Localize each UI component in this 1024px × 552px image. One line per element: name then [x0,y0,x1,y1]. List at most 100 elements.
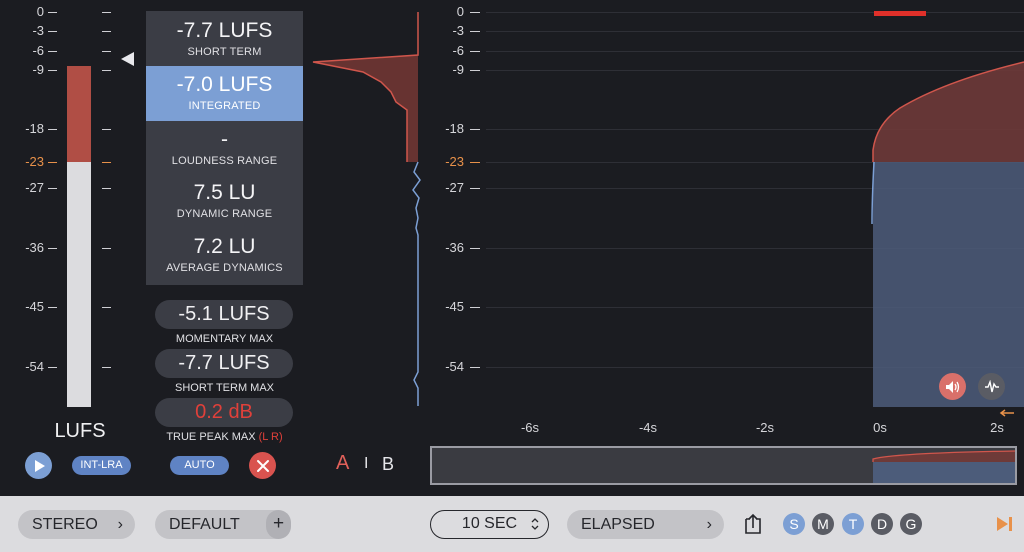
updown-icon [531,518,539,530]
overview-blue-region [873,462,1015,483]
a-button[interactable]: A [336,452,349,475]
target-marker-icon[interactable] [121,52,134,66]
meter-scale-tick [48,188,57,189]
average-dynamics-label: AVERAGE DYNAMICS [166,262,283,274]
dynamic-range-readout[interactable]: 7.5 LU DYNAMIC RANGE [146,178,303,220]
momentary-max-value[interactable]: -5.1 LUFS [155,300,293,329]
meter-scale-tick [48,51,57,52]
meter-scale-tick [102,129,111,130]
time-mode-value: ELAPSED [581,516,655,533]
meter-scale-tick [48,307,57,308]
channel-mode-selector[interactable]: STEREO › [18,510,135,539]
chevron-right-icon: › [706,516,712,533]
close-icon [256,459,269,472]
meter-scale-tick [102,162,111,163]
meter-scale-tick [48,70,57,71]
mode-button-t[interactable]: T [842,513,864,535]
time-axis-label: -2s [755,420,775,435]
waveform-icon [984,379,999,392]
export-icon[interactable] [744,513,762,535]
dynamic-range-label: DYNAMIC RANGE [176,208,273,220]
short-term-max-label: SHORT TERM MAX [174,382,275,394]
meter-scale-label: -36 [25,240,44,255]
meter-scale-tick [102,51,111,52]
true-peak-max-label: TRUE PEAK MAX (L R) [146,431,303,443]
auto-button[interactable]: AUTO [170,456,229,475]
meter-scale-tick [48,129,57,130]
histogram-blue-outline [412,161,421,406]
integrated-label: INTEGRATED [188,100,261,112]
meter-scale-label: -54 [25,359,44,374]
time-axis-label: 2s [990,420,1004,435]
skip-forward-icon[interactable] [996,516,1014,532]
integrated-readout[interactable]: -7.0 LUFS INTEGRATED [146,66,303,121]
true-peak-max-value[interactable]: 0.2 dB [155,398,293,427]
histogram-red-region [313,12,418,162]
arrow-left-icon[interactable] [999,409,1015,417]
meter-scale-label: -3 [32,23,44,38]
reset-button[interactable] [249,452,276,479]
short-term-label: SHORT TERM [187,46,262,58]
time-axis-label: -6s [520,420,540,435]
loudness-meter-window: 0 -3 -6 -9 -18 -23 -27 -36 -45 -54 LUFS -7.7 LUFS… [0,0,1024,552]
int-lra-button[interactable]: INT-LRA [72,456,131,475]
loudness-curve [871,61,1024,407]
meter-scale-tick [48,31,57,32]
overview-curve [872,450,1015,483]
dynamic-range-value: 7.5 LU [193,181,256,204]
mode-button-m[interactable]: M [812,513,834,535]
meter-scale-label: -6 [32,43,44,58]
average-dynamics-readout[interactable]: 7.2 LU AVERAGE DYNAMICS [146,232,303,274]
meter-scale-tick [102,70,111,71]
short-term-max-value[interactable]: -7.7 LUFS [155,349,293,378]
meter-scale-label: -23 [25,154,44,169]
overview-strip[interactable] [430,446,1017,485]
meter-scale-label: -45 [25,299,44,314]
plus-icon: + [272,513,285,534]
duration-value: 10 SEC [461,515,518,532]
time-mode-selector[interactable]: ELAPSED › [567,510,724,539]
duration-selector[interactable]: 10 SEC [430,510,549,539]
loudness-range-value: - [221,128,228,151]
loudness-range-label: LOUDNESS RANGE [171,155,278,167]
ab-separator: I [364,455,369,472]
meter-scale-label: -9 [32,62,44,77]
audio-button[interactable] [939,373,966,400]
waveform-button[interactable] [978,373,1005,400]
meter-scale-tick [102,248,111,249]
average-dynamics-value: 7.2 LU [193,235,256,258]
meter-scale-label: 0 [36,4,44,19]
momentary-max-label: MOMENTARY MAX [175,333,274,345]
play-icon [34,459,45,472]
loudness-level-bar-loud-segment [67,66,91,162]
mode-button-d[interactable]: D [871,513,893,535]
time-axis-label: 0s [873,420,887,435]
meter-scale-tick [102,31,111,32]
meter-scale-tick [102,188,111,189]
meter-scale-tick [102,12,111,13]
mode-button-g[interactable]: G [900,513,922,535]
add-preset-button[interactable]: + [266,510,291,539]
meter-scale-tick [48,12,57,13]
meter-scale-label: -27 [25,180,44,195]
meter-scale-tick [48,367,57,368]
loudness-histogram [312,12,421,406]
true-peak-max-label-text: TRUE PEAK MAX [166,431,256,443]
b-button[interactable]: B [382,454,394,475]
time-axis-label: -4s [638,420,658,435]
units-label: LUFS [54,420,106,442]
footer-bar: STEREO › DEFAULT + 10 SEC ELAPSED › SMTD… [0,496,1024,552]
meter-scale-tick [48,248,57,249]
play-button[interactable] [25,452,52,479]
meter-scale-tick [102,367,111,368]
speaker-icon [945,380,959,393]
true-peak-channels: (L R) [258,431,283,443]
meter-scale-tick [48,162,57,163]
short-term-readout[interactable]: -7.7 LUFS SHORT TERM [146,16,303,58]
meter-scale-label: -18 [25,121,44,136]
meter-scale-tick [102,307,111,308]
mode-button-s[interactable]: S [783,513,805,535]
loudness-range-readout[interactable]: - LOUDNESS RANGE [146,125,303,167]
loudness-level-bar [67,66,91,407]
preset-value: DEFAULT [169,516,240,533]
